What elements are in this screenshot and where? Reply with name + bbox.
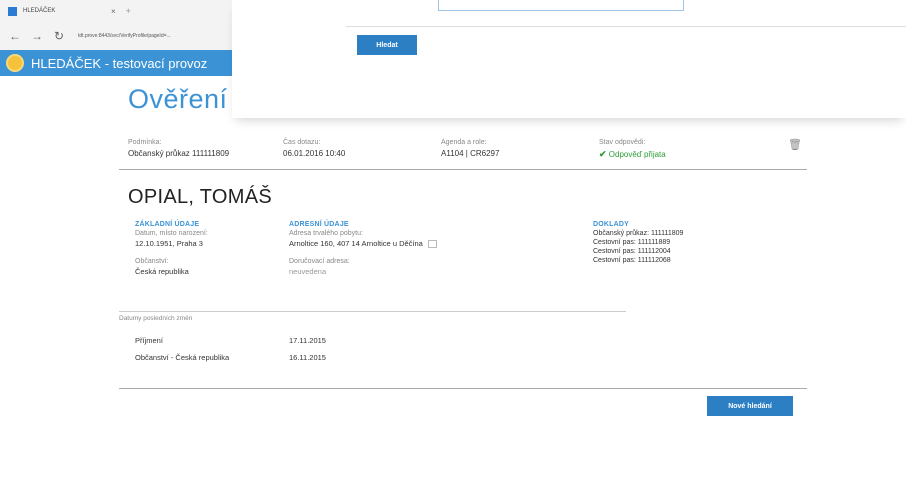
divider xyxy=(346,26,906,27)
divider xyxy=(119,169,807,170)
document-item: Cestovní pas: 111111889 xyxy=(593,239,671,246)
delivery-value: neuvedena xyxy=(289,267,327,277)
time-value: 06.01.2016 10:40 xyxy=(283,149,346,158)
residence-value: Arnoltice 160, 407 14 Arnoltice u Děčína xyxy=(289,239,423,248)
person-name: OPIAL, TOMÁŠ xyxy=(128,186,273,208)
condition-value: Občanský průkaz 111111809 xyxy=(128,149,230,158)
delivery-label: Doručovací adresa: xyxy=(289,258,350,266)
app-title: HLEDÁČEK - testovací provoz xyxy=(31,55,208,71)
change-date: 17.11.2015 xyxy=(289,336,326,345)
search-button[interactable]: Hledat xyxy=(357,35,417,55)
divider xyxy=(119,388,807,389)
status-label: Stav odpovědi: xyxy=(599,139,646,146)
document-item: Cestovní pas: 111112068 xyxy=(593,257,671,264)
favicon-icon xyxy=(8,6,17,16)
query-agenda: Agenda a role: A1104 | CR6297 xyxy=(441,139,499,158)
new-search-button[interactable]: Nové hledání xyxy=(707,396,793,416)
citizenship-label: Občanství: xyxy=(135,258,169,265)
birth-value: 12.10.1951, Praha 3 xyxy=(135,239,203,248)
changes-label: Datumy posledních změn xyxy=(119,315,193,322)
browser-tab[interactable]: HLEDÁČEK × + xyxy=(0,0,232,22)
status-value: Odpověď přijata xyxy=(608,150,666,159)
basic-section: ZÁKLADNÍ ÚDAJE Datum, místo narození: 12… xyxy=(135,221,208,276)
url-field[interactable]: tdt.prove:8443/svc/VerifyProfile/pageId=… xyxy=(78,33,228,39)
address-bar: ← → ↻ tdt.prove:8443/svc/VerifyProfile/p… xyxy=(0,22,232,50)
sun-logo-icon xyxy=(8,56,22,70)
address-section: ADRESNÍ ÚDAJE Adresa trvalého pobytu: Ar… xyxy=(289,221,437,276)
trash-icon[interactable]: 🗑 xyxy=(788,138,802,151)
tab-title: HLEDÁČEK xyxy=(23,8,56,14)
residence-label: Adresa trvalého pobytu: xyxy=(289,230,363,237)
agenda-value: A1104 | CR6297 xyxy=(441,149,500,158)
section-title: ZÁKLADNÍ ÚDAJE xyxy=(135,221,200,228)
change-date: 16.11.2015 xyxy=(289,353,326,362)
citizenship-value: Česká republika xyxy=(135,267,189,276)
section-title: DOKLADY xyxy=(593,221,630,228)
page-title: Ověření xyxy=(128,84,228,114)
back-icon[interactable]: ← xyxy=(8,29,22,43)
copy-icon[interactable] xyxy=(427,240,437,249)
new-tab-icon[interactable]: + xyxy=(126,6,131,16)
search-input[interactable] xyxy=(438,0,684,11)
documents-section: DOKLADY Občanský průkaz: 111111809 Cesto… xyxy=(593,221,683,264)
document-item: Občanský průkaz: 111111809 xyxy=(593,230,684,237)
refresh-icon[interactable]: ↻ xyxy=(52,29,66,43)
time-label: Čas dotazu: xyxy=(283,139,321,146)
divider xyxy=(119,311,626,312)
query-condition: Podmínka: Občanský průkaz 111111809 xyxy=(128,139,229,158)
search-panel: Hledat xyxy=(232,0,906,118)
agenda-label: Agenda a role: xyxy=(441,139,487,146)
checkmark-icon: ✔ xyxy=(599,149,607,159)
section-title: ADRESNÍ ÚDAJE xyxy=(289,221,349,228)
app-header: HLEDÁČEK - testovací provoz xyxy=(0,50,232,76)
close-icon[interactable]: × xyxy=(111,7,116,16)
condition-label: Podmínka: xyxy=(128,139,162,146)
birth-label: Datum, místo narození: xyxy=(135,230,208,237)
change-name: Příjmení xyxy=(135,336,163,345)
query-status: Stav odpovědi: ✔ Odpověď přijata xyxy=(599,139,666,160)
change-name: Občanství - Česká republika xyxy=(135,353,230,362)
query-time: Čas dotazu: 06.01.2016 10:40 xyxy=(283,139,345,158)
forward-icon[interactable]: → xyxy=(30,29,44,43)
document-item: Cestovní pas: 111112004 xyxy=(593,248,671,255)
